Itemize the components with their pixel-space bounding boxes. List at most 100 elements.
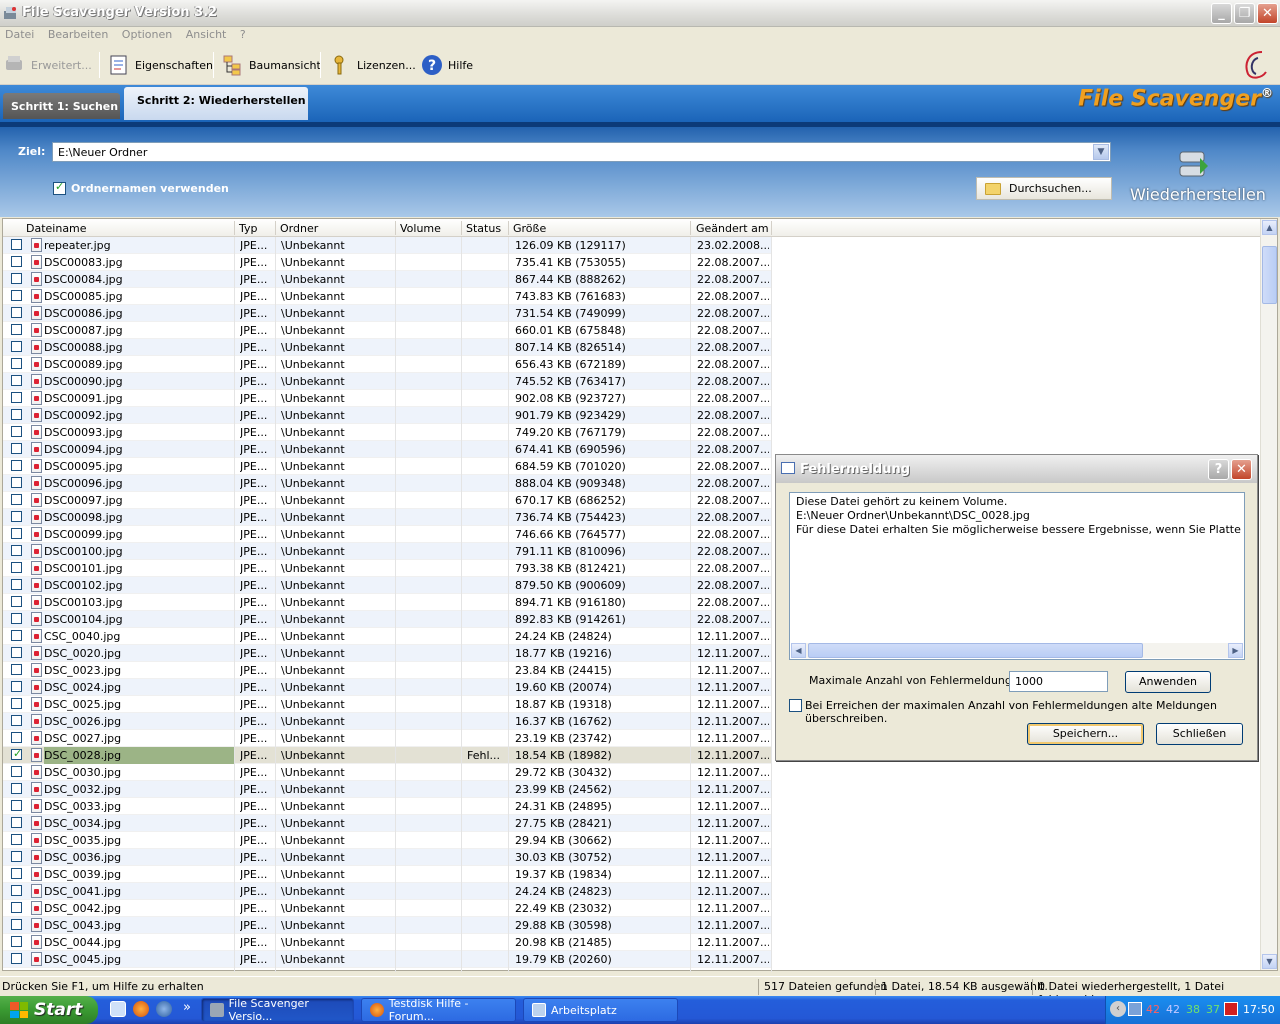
table-row[interactable]: DSC_0045.jpg JPE... \Unbekannt 19.79 KB (20… [3, 951, 1261, 968]
file-name[interactable]: DSC00083.jpg [44, 254, 234, 271]
title-bar[interactable]: File Scavenger Version 3.2 _ ❐ ✕ [0, 0, 1280, 27]
table-row[interactable]: DSC_0041.jpg JPE... \Unbekannt 24.24 KB (24… [3, 883, 1261, 900]
row-checkbox[interactable] [11, 800, 22, 811]
table-row[interactable]: DSC_0036.jpg JPE... \Unbekannt 30.03 KB (30… [3, 849, 1261, 866]
row-checkbox[interactable] [11, 715, 22, 726]
scroll-up-icon[interactable]: ▲ [1262, 220, 1277, 235]
scroll-thumb[interactable] [808, 643, 1143, 658]
apply-button[interactable]: Anwenden [1125, 671, 1211, 693]
acrobat-icon[interactable] [1224, 1002, 1238, 1016]
row-checkbox[interactable] [11, 902, 22, 913]
row-checkbox[interactable] [11, 868, 22, 879]
restore-drive-icon[interactable] [1176, 148, 1212, 182]
file-name[interactable]: DSC00100.jpg [44, 543, 234, 560]
col-header-status[interactable]: Status [466, 222, 501, 235]
network-icon[interactable] [1128, 1002, 1142, 1016]
row-checkbox[interactable] [11, 545, 22, 556]
scroll-right-icon[interactable]: ▶ [1228, 643, 1243, 658]
menu-ansicht[interactable]: Ansicht [181, 27, 232, 42]
file-name[interactable]: DSC00101.jpg [44, 560, 234, 577]
row-checkbox[interactable] [11, 783, 22, 794]
row-checkbox[interactable] [11, 392, 22, 403]
file-name[interactable]: repeater.jpg [44, 237, 234, 254]
row-checkbox[interactable] [11, 834, 22, 845]
row-checkbox[interactable] [11, 936, 22, 947]
minimize-button[interactable]: _ [1211, 3, 1232, 24]
menu-bearbeiten[interactable]: Bearbeiten [43, 27, 113, 42]
table-row[interactable]: DSC_0039.jpg JPE... \Unbekannt 19.37 KB (19… [3, 866, 1261, 883]
close-dialog-button[interactable]: Schließen [1156, 723, 1243, 745]
file-name[interactable]: DSC_0028.jpg [44, 747, 234, 764]
file-name[interactable]: DSC00087.jpg [44, 322, 234, 339]
chevron-down-icon[interactable]: ▼ [1093, 144, 1109, 160]
hilfe-button[interactable]: ? Hilfe [421, 51, 473, 79]
row-checkbox[interactable] [11, 307, 22, 318]
file-name[interactable]: DSC_0042.jpg [44, 900, 234, 917]
row-checkbox[interactable] [11, 511, 22, 522]
task-arbeitsplatz[interactable]: Arbeitsplatz [523, 998, 678, 1022]
scroll-down-icon[interactable]: ▼ [1262, 954, 1277, 969]
task-file-scavenger[interactable]: File Scavenger Versio... [201, 997, 354, 1023]
row-checkbox[interactable] [11, 477, 22, 488]
tab-step2-restore[interactable]: Schritt 2: Wiederherstellen [124, 87, 308, 120]
table-row[interactable]: DSC00090.jpg JPE... \Unbekannt 745.52 KB (7… [3, 373, 1261, 390]
file-name[interactable]: DSC00099.jpg [44, 526, 234, 543]
row-checkbox[interactable] [11, 919, 22, 930]
row-checkbox[interactable] [11, 443, 22, 454]
table-row[interactable]: DSC_0030.jpg JPE... \Unbekannt 29.72 KB (30… [3, 764, 1261, 781]
horizontal-scrollbar[interactable]: ◀ ▶ [791, 643, 1243, 658]
scroll-thumb[interactable] [1262, 246, 1277, 304]
row-checkbox[interactable] [11, 953, 22, 964]
table-row[interactable]: DSC_0043.jpg JPE... \Unbekannt 29.88 KB (30… [3, 917, 1261, 934]
file-name[interactable]: DSC00104.jpg [44, 611, 234, 628]
row-checkbox[interactable] [11, 273, 22, 284]
file-name[interactable]: DSC_0032.jpg [44, 781, 234, 798]
row-checkbox[interactable] [11, 324, 22, 335]
table-row[interactable]: DSC00087.jpg JPE... \Unbekannt 660.01 KB (6… [3, 322, 1261, 339]
table-row[interactable]: DSC00085.jpg JPE... \Unbekannt 743.83 KB (7… [3, 288, 1261, 305]
row-checkbox[interactable] [11, 630, 22, 641]
dialog-close-button[interactable]: ✕ [1231, 459, 1252, 480]
column-divider[interactable] [234, 221, 235, 235]
row-checkbox[interactable] [11, 494, 22, 505]
file-name[interactable]: DSC_0023.jpg [44, 662, 234, 679]
table-row[interactable]: DSC_0035.jpg JPE... \Unbekannt 29.94 KB (30… [3, 832, 1261, 849]
col-header-type[interactable]: Typ [239, 222, 258, 235]
table-row[interactable]: DSC00083.jpg JPE... \Unbekannt 735.41 KB (7… [3, 254, 1261, 271]
firefox-icon[interactable] [133, 1001, 149, 1017]
file-name[interactable]: DSC_0043.jpg [44, 917, 234, 934]
start-button[interactable]: Start [0, 996, 98, 1024]
row-checkbox[interactable] [11, 664, 22, 675]
tray-temp-3[interactable]: 38 [1186, 1003, 1200, 1016]
file-name[interactable]: DSC_0035.jpg [44, 832, 234, 849]
browser-icon[interactable] [156, 1001, 172, 1017]
table-row[interactable]: DSC_0044.jpg JPE... \Unbekannt 20.98 KB (21… [3, 934, 1261, 951]
overwrite-checkbox[interactable] [789, 699, 802, 712]
row-checkbox[interactable] [11, 766, 22, 777]
table-row[interactable]: DSC00084.jpg JPE... \Unbekannt 867.44 KB (8… [3, 271, 1261, 288]
file-name[interactable]: DSC_0030.jpg [44, 764, 234, 781]
table-row[interactable]: DSC00092.jpg JPE... \Unbekannt 901.79 KB (9… [3, 407, 1261, 424]
file-name[interactable]: DSC00095.jpg [44, 458, 234, 475]
row-checkbox[interactable] [11, 528, 22, 539]
table-row[interactable]: DSC00091.jpg JPE... \Unbekannt 902.08 KB (9… [3, 390, 1261, 407]
browse-button[interactable]: Durchsuchen... [976, 177, 1112, 200]
column-divider[interactable] [690, 221, 691, 235]
column-divider[interactable] [461, 221, 462, 235]
tray-temp-2[interactable]: 42 [1166, 1003, 1180, 1016]
use-folder-names-option[interactable]: Ordnernamen verwenden [53, 180, 229, 195]
table-row[interactable]: DSC_0033.jpg JPE... \Unbekannt 24.31 KB (24… [3, 798, 1261, 815]
file-name[interactable]: DSC00103.jpg [44, 594, 234, 611]
clock[interactable]: 17:50 [1243, 1003, 1275, 1016]
eigenschaften-button[interactable]: Eigenschaften [108, 51, 213, 79]
save-button[interactable]: Speichern... [1027, 723, 1144, 745]
use-folder-names-checkbox[interactable] [53, 180, 66, 195]
close-button[interactable]: ✕ [1257, 3, 1278, 24]
row-checkbox[interactable] [11, 885, 22, 896]
menu-help[interactable]: ? [235, 27, 251, 42]
col-header-volume[interactable]: Volume [400, 222, 441, 235]
column-divider[interactable] [771, 221, 772, 235]
file-name[interactable]: DSC_0036.jpg [44, 849, 234, 866]
quicklaunch-more-icon[interactable]: » [183, 1000, 191, 1015]
col-header-modified[interactable]: Geändert am [696, 222, 769, 235]
